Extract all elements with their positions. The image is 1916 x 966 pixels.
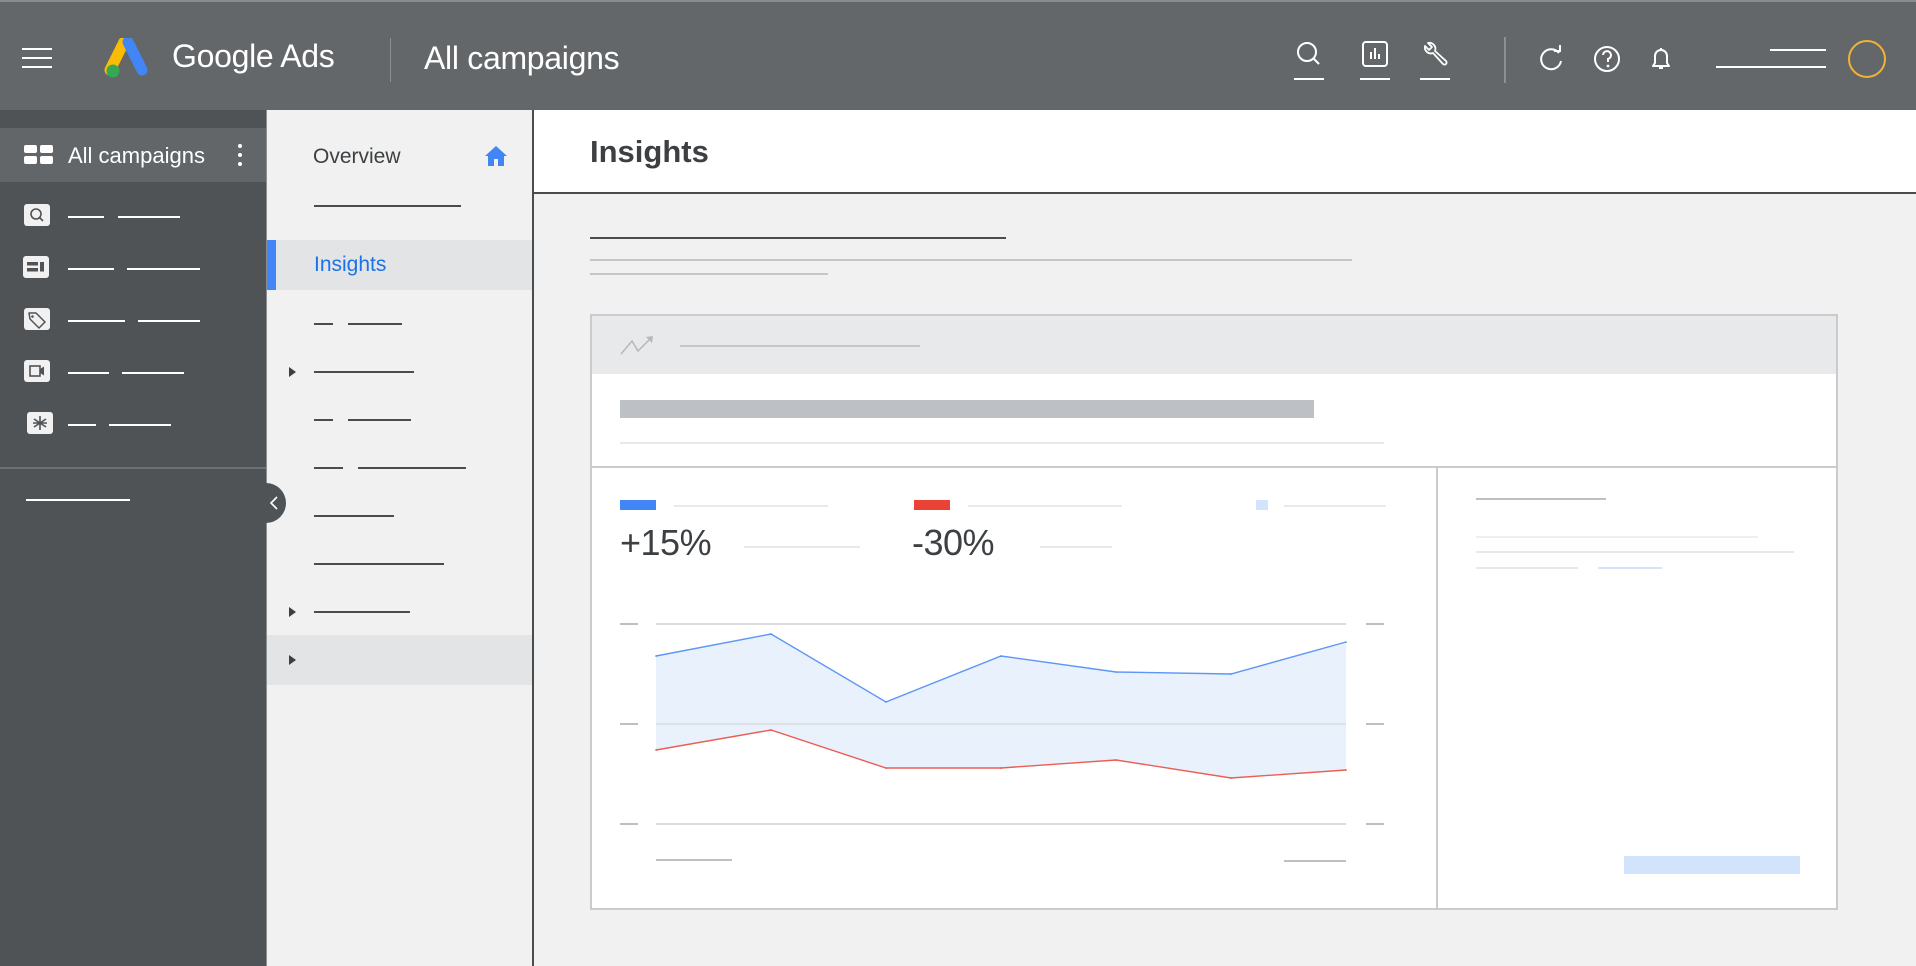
data-point bbox=[1230, 777, 1232, 779]
nav-item-search-campaigns[interactable] bbox=[0, 194, 266, 238]
nav-item-display-campaigns[interactable] bbox=[0, 246, 266, 290]
data-point bbox=[655, 749, 657, 751]
page-context-title: All campaigns bbox=[424, 40, 620, 76]
tag-icon bbox=[24, 308, 50, 330]
side-panel-text bbox=[1476, 567, 1578, 569]
section-description bbox=[590, 273, 828, 275]
subnav-item-label: Overview bbox=[313, 145, 401, 168]
data-point bbox=[1345, 769, 1347, 771]
subnav-item[interactable] bbox=[267, 181, 532, 231]
search-button[interactable] bbox=[1292, 40, 1326, 80]
subnav-item-expandable[interactable] bbox=[267, 347, 532, 397]
page-nav: Overview Insights bbox=[266, 110, 532, 966]
divider bbox=[390, 38, 391, 82]
reports-icon bbox=[1362, 41, 1388, 67]
more-options-icon[interactable] bbox=[236, 144, 244, 166]
scope-selector[interactable]: All campaigns bbox=[0, 128, 266, 182]
top-bar: Google Ads All campaigns bbox=[0, 0, 1916, 110]
data-point bbox=[1000, 655, 1002, 657]
main-menu-icon[interactable] bbox=[22, 46, 54, 70]
help-button[interactable] bbox=[1590, 42, 1624, 76]
data-point bbox=[770, 729, 772, 731]
divider bbox=[0, 467, 266, 469]
subnav-item-expandable[interactable] bbox=[267, 635, 532, 685]
tools-button[interactable] bbox=[1418, 40, 1452, 80]
asterisk-icon bbox=[27, 412, 53, 434]
data-point bbox=[1230, 673, 1232, 675]
account-id[interactable] bbox=[1716, 66, 1826, 68]
brand-name: Google Ads bbox=[172, 38, 335, 74]
notifications-button[interactable] bbox=[1644, 42, 1678, 76]
side-panel-link[interactable] bbox=[1598, 567, 1662, 569]
divider bbox=[1504, 37, 1506, 83]
data-point bbox=[1345, 641, 1347, 643]
data-point bbox=[885, 767, 887, 769]
subnav-item[interactable] bbox=[267, 539, 532, 589]
subnav-item-overview[interactable]: Overview bbox=[267, 132, 532, 182]
reports-button[interactable] bbox=[1358, 40, 1392, 80]
subnav-item-label: Insights bbox=[314, 253, 387, 276]
wrench-icon bbox=[1423, 41, 1448, 66]
collapse-nav-button[interactable] bbox=[266, 483, 286, 523]
refresh-button[interactable] bbox=[1534, 42, 1568, 76]
insight-card: +15% -30% bbox=[590, 314, 1838, 910]
side-panel-title bbox=[1476, 498, 1606, 500]
trend-chart bbox=[620, 623, 1384, 862]
data-point bbox=[1115, 759, 1117, 761]
nav-footer-link[interactable] bbox=[26, 499, 130, 501]
main-content: Insights +15% -30% bbox=[532, 110, 1916, 966]
home-icon bbox=[485, 146, 507, 166]
insight-headline bbox=[620, 400, 1314, 418]
video-camera-icon bbox=[24, 360, 50, 382]
side-panel-text bbox=[1476, 551, 1794, 553]
card-header-title bbox=[680, 345, 920, 347]
subnav-item[interactable] bbox=[267, 299, 532, 349]
section-heading bbox=[590, 237, 1006, 239]
bell-icon bbox=[1652, 48, 1670, 69]
chevron-left-icon bbox=[269, 496, 278, 510]
nav-item-shopping-campaigns[interactable] bbox=[0, 298, 266, 342]
avatar[interactable] bbox=[1848, 40, 1886, 78]
account-name[interactable] bbox=[1770, 49, 1826, 51]
subnav-item[interactable] bbox=[267, 491, 532, 541]
help-icon bbox=[1594, 46, 1620, 72]
section-description bbox=[590, 259, 1352, 261]
display-campaign-icon bbox=[23, 256, 49, 278]
nav-item-video-campaigns[interactable] bbox=[0, 350, 266, 394]
data-point bbox=[1000, 767, 1002, 769]
subnav-item-expandable[interactable] bbox=[267, 587, 532, 637]
nav-item-smart-campaigns[interactable] bbox=[0, 402, 266, 446]
campaigns-grid-icon bbox=[24, 145, 54, 165]
search-icon bbox=[1297, 42, 1320, 65]
subnav-item[interactable] bbox=[267, 395, 532, 445]
refresh-icon bbox=[1540, 45, 1562, 71]
data-point bbox=[655, 655, 657, 657]
data-point bbox=[885, 701, 887, 703]
subnav-item[interactable] bbox=[267, 443, 532, 493]
expand-arrow-icon[interactable] bbox=[289, 367, 296, 377]
card-header bbox=[592, 316, 1836, 374]
search-campaign-icon bbox=[24, 204, 50, 226]
side-panel-text bbox=[1476, 536, 1758, 538]
page-header: Insights bbox=[534, 110, 1916, 194]
expand-arrow-icon[interactable] bbox=[289, 607, 296, 617]
data-point bbox=[770, 633, 772, 635]
campaign-nav: All campaigns bbox=[0, 110, 266, 966]
page-title: Insights bbox=[590, 134, 709, 169]
expand-arrow-icon[interactable] bbox=[289, 655, 296, 665]
divider bbox=[1436, 466, 1438, 908]
google-ads-logo bbox=[104, 38, 148, 78]
data-point bbox=[1115, 671, 1117, 673]
trending-up-icon bbox=[620, 336, 653, 355]
subnav-item-insights[interactable]: Insights bbox=[267, 240, 532, 290]
insight-subtext bbox=[620, 442, 1384, 444]
side-panel-action-button[interactable] bbox=[1624, 856, 1800, 874]
scope-label: All campaigns bbox=[68, 143, 205, 168]
